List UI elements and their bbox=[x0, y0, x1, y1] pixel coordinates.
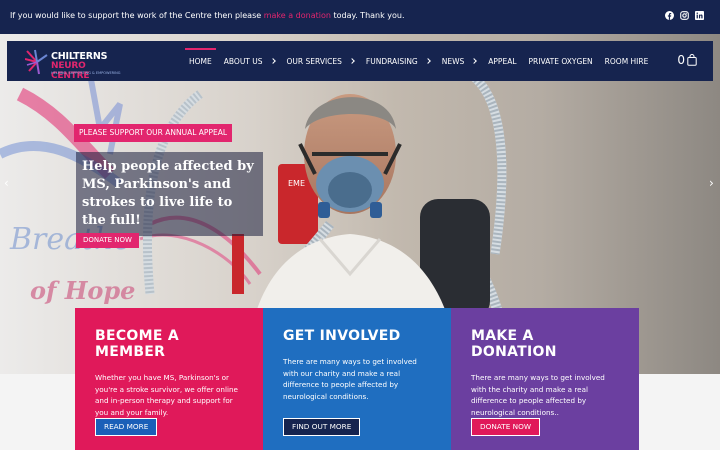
card-text: There are many ways to get involved with… bbox=[471, 373, 605, 417]
appeal-tag: PLEASE SUPPORT OUR ANNUAL APPEAL bbox=[74, 124, 233, 142]
chevron-right-icon bbox=[349, 58, 355, 64]
card-title: GET INVOLVED bbox=[283, 328, 401, 344]
nav-news[interactable]: NEWS bbox=[436, 41, 483, 81]
card-title: MAKE A DONATION bbox=[471, 328, 557, 360]
nav-private-oxygen-label: PRIVATE OXYGEN bbox=[528, 56, 593, 66]
logo-mark-icon bbox=[25, 49, 48, 75]
nav-fundraising-label: FUNDRAISING bbox=[365, 56, 418, 66]
chevron-right-icon bbox=[269, 58, 276, 64]
slider-prev-arrow[interactable]: ‹ bbox=[4, 176, 9, 190]
support-message-text: If you would like to support the work of… bbox=[10, 11, 262, 20]
card-become-member: BECOME A MEMBER Whether you have MS, Par… bbox=[75, 308, 263, 450]
nav-room-hire[interactable]: ROOM HIRE bbox=[599, 41, 655, 81]
nav-private-oxygen[interactable]: PRIVATE OXYGEN bbox=[523, 41, 599, 81]
chevron-right-icon bbox=[424, 58, 431, 64]
nav-home[interactable]: HOME bbox=[183, 41, 218, 81]
main-navbar: CHILTERNS NEURO CENTRE HELPING, SUPPORTI… bbox=[7, 41, 713, 81]
nav-about-us-label: ABOUT US bbox=[223, 56, 263, 66]
linkedin-icon[interactable] bbox=[695, 11, 704, 20]
card-text: Whether you have MS, Parkinson's or you'… bbox=[95, 373, 238, 417]
logo-tagline: HELPING, SUPPORTING & EMPOWERING bbox=[51, 71, 121, 75]
card-get-involved: GET INVOLVED There are many ways to get … bbox=[263, 308, 451, 450]
card-donate-now-button[interactable]: DONATE NOW bbox=[471, 418, 541, 436]
support-message-end: today. Thank you. bbox=[333, 11, 405, 20]
cart-button[interactable]: 0 bbox=[677, 53, 697, 67]
read-more-button[interactable]: READ MORE bbox=[95, 418, 158, 436]
nav-appeal-label: APPEAL bbox=[488, 56, 517, 66]
nav-about-us[interactable]: ABOUT US bbox=[218, 41, 281, 81]
support-message: If you would like to support the work of… bbox=[10, 11, 405, 20]
slider-next-arrow[interactable]: › bbox=[709, 176, 714, 190]
nav-our-services[interactable]: OUR SERVICES bbox=[281, 41, 360, 81]
hero-title: Help people affected by MS, Parkinson's … bbox=[76, 152, 263, 236]
social-links bbox=[665, 11, 704, 20]
instagram-icon[interactable] bbox=[680, 11, 689, 20]
card-title: BECOME A MEMBER bbox=[95, 328, 180, 360]
chevron-right-icon bbox=[471, 58, 478, 64]
facebook-icon[interactable] bbox=[665, 11, 674, 20]
chilterns-logo[interactable]: CHILTERNS NEURO CENTRE HELPING, SUPPORTI… bbox=[25, 49, 125, 81]
top-bar: If you would like to support the work of… bbox=[0, 0, 720, 34]
nav-our-services-label: OUR SERVICES bbox=[286, 56, 342, 66]
find-out-more-button[interactable]: FIND OUT MORE bbox=[283, 418, 361, 436]
cart-count: 0 bbox=[677, 53, 685, 67]
nav-fundraising[interactable]: FUNDRAISING bbox=[360, 41, 436, 81]
nav-room-hire-label: ROOM HIRE bbox=[604, 56, 649, 66]
nav-home-label: HOME bbox=[189, 56, 212, 66]
nav-news-label: NEWS bbox=[441, 56, 465, 66]
cylinder-label: EME bbox=[288, 179, 305, 188]
script-text-hope: of Hope bbox=[30, 276, 135, 305]
card-text: There are many ways to get involved with… bbox=[283, 357, 417, 401]
hero-donate-button[interactable]: DONATE NOW bbox=[76, 233, 139, 248]
nav-menu: HOME ABOUT US OUR SERVICES FUNDRAISING N… bbox=[183, 41, 654, 81]
make-donation-link[interactable]: make a donation bbox=[264, 11, 331, 20]
nav-appeal[interactable]: APPEAL bbox=[482, 41, 522, 81]
card-make-donation: MAKE A DONATION There are many ways to g… bbox=[451, 308, 639, 450]
shopping-bag-icon bbox=[687, 54, 697, 66]
